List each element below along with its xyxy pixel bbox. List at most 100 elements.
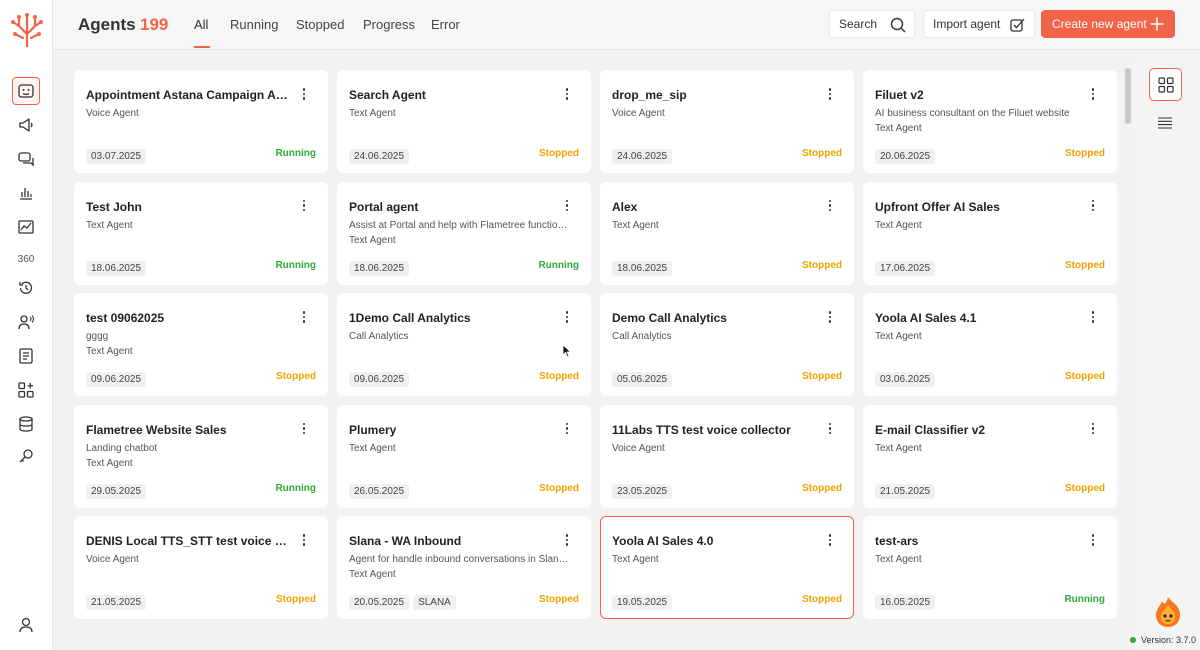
agent-card[interactable]: Demo Call Analytics Call Analytics 05.06.2… <box>600 293 854 396</box>
agent-card[interactable]: Alex Text Agent 18.06.2025 Stopped <box>600 181 854 285</box>
more-options-icon[interactable] <box>825 86 835 102</box>
tab-error[interactable]: Error <box>431 17 460 32</box>
agent-name: E-mail Classifier v2 <box>875 422 986 437</box>
agent-date: 26.05.2025 <box>349 483 410 499</box>
agent-card[interactable]: Filuet v2 AI business consultant on the F… <box>863 70 1117 173</box>
sidebar-item-agents[interactable] <box>12 77 40 105</box>
agent-card[interactable]: 11Labs TTS test voice collector Voice Age… <box>600 404 854 508</box>
agent-description: Text Agent <box>875 554 922 565</box>
more-options-icon[interactable] <box>562 421 572 437</box>
agent-card[interactable]: test 09062025 gggg Text Agent 09.06.2025 Sto… <box>74 293 328 396</box>
sidebar-item-database[interactable] <box>12 410 40 438</box>
search-button-label: Search <box>839 17 878 31</box>
agent-name: Demo Call Analytics <box>612 311 727 325</box>
more-options-icon[interactable] <box>562 532 572 548</box>
more-options-icon[interactable] <box>299 309 309 325</box>
agent-card[interactable]: Portal agent Assist at Portal and help wi… <box>337 181 591 285</box>
apps-add-icon <box>18 382 34 398</box>
sidebar-item-history[interactable] <box>12 274 40 302</box>
agent-date: 09.06.2025 <box>349 372 410 387</box>
sidebar-item-reports[interactable] <box>12 213 40 241</box>
flametree-logo-icon[interactable] <box>10 12 44 48</box>
more-options-icon[interactable] <box>562 86 572 102</box>
agent-date: 16.05.2025 <box>875 595 936 610</box>
status-badge: Stopped <box>276 594 316 605</box>
user-profile-icon[interactable] <box>16 615 36 635</box>
agent-name: 1Demo Call Analytics <box>349 311 471 325</box>
sidebar-item-keys[interactable] <box>12 442 40 470</box>
agent-card-footer: 18.06.2025 Stopped <box>612 258 842 276</box>
agent-card[interactable]: DENIS Local TTS_STT test voice colle... V… <box>74 516 328 619</box>
tab-stopped[interactable]: Stopped <box>296 17 344 32</box>
sidebar-item-analytics[interactable] <box>12 179 40 207</box>
agent-card[interactable]: Upfront Offer AI Sales Text Agent 17.06.20… <box>863 181 1117 285</box>
create-new-agent-button[interactable]: Create new agent <box>1041 10 1175 38</box>
agent-card-footer: 24.06.2025 Stopped <box>612 146 842 164</box>
agent-card[interactable]: Yoola AI Sales 4.0 Text Agent 19.05.2025 St… <box>600 516 854 619</box>
agent-name: Slana - WA Inbound <box>349 534 462 548</box>
agent-card[interactable]: Appointment Astana Campaign Agent... Voic… <box>74 70 328 173</box>
sidebar: 360 <box>0 0 53 650</box>
more-options-icon[interactable] <box>1088 309 1098 325</box>
agent-name: drop_me_sip <box>612 88 687 102</box>
more-options-icon[interactable] <box>299 198 309 214</box>
more-options-icon[interactable] <box>825 532 835 548</box>
more-options-icon[interactable] <box>825 309 835 325</box>
more-options-icon[interactable] <box>825 421 835 437</box>
more-options-icon[interactable] <box>825 198 835 214</box>
content-scrollbar[interactable] <box>1125 68 1131 124</box>
grid-view-icon <box>1157 76 1174 93</box>
agent-card[interactable]: Search Agent Text Agent 24.06.2025 Stopped <box>337 70 591 173</box>
more-options-icon[interactable] <box>1088 532 1098 548</box>
flame-mascot-icon[interactable] <box>1150 595 1186 629</box>
list-view-button[interactable] <box>1155 114 1175 132</box>
megaphone-icon <box>19 118 33 132</box>
more-options-icon[interactable] <box>299 532 309 548</box>
sidebar-item-knowledge[interactable] <box>12 342 40 370</box>
more-options-icon[interactable] <box>562 198 572 214</box>
agent-card-footer: 20.05.2025 SLANA Stopped <box>349 592 579 610</box>
sidebar-item-chats[interactable] <box>12 145 40 173</box>
more-options-icon[interactable] <box>299 86 309 102</box>
agent-card[interactable]: test-ars Text Agent 16.05.2025 Running <box>863 516 1117 619</box>
grid-view-button[interactable] <box>1149 68 1182 101</box>
more-options-icon[interactable] <box>1088 421 1098 437</box>
agent-card[interactable]: Slana - WA Inbound Agent for handle inbou… <box>337 516 591 619</box>
agent-card[interactable]: E-mail Classifier v2 Text Agent 21.05.2025… <box>863 404 1117 508</box>
agents-grid: Appointment Astana Campaign Agent... Voic… <box>74 70 1117 619</box>
import-agent-button[interactable]: Import agent <box>923 10 1035 38</box>
more-options-icon[interactable] <box>1088 86 1098 102</box>
agent-card[interactable]: Flametree Website Sales Landing chatbot Te… <box>74 404 328 508</box>
robot-icon <box>18 84 34 98</box>
tab-running[interactable]: Running <box>230 17 278 32</box>
tab-all[interactable]: All <box>194 17 208 32</box>
agent-date: 18.06.2025 <box>612 260 673 276</box>
agent-card[interactable]: drop_me_sip Voice Agent 24.06.2025 Stopped <box>600 70 854 173</box>
sidebar-item-campaigns[interactable] <box>12 111 40 139</box>
agent-card[interactable]: Yoola AI Sales 4.1 Text Agent 03.06.2025 St… <box>863 293 1117 396</box>
agent-card[interactable]: Test John Text Agent 18.06.2025 Running <box>74 181 328 285</box>
agent-card-footer: 19.05.2025 Stopped <box>612 592 842 610</box>
sidebar-item-contacts[interactable] <box>12 308 40 336</box>
agent-description: Text Agent <box>612 219 659 231</box>
agent-name: 11Labs TTS test voice collector <box>612 422 791 437</box>
agent-name: DENIS Local TTS_STT test voice colle... <box>86 534 291 548</box>
agent-card-footer: 29.05.2025 Running <box>86 481 316 499</box>
status-badge: Running <box>1064 594 1105 605</box>
more-options-icon[interactable] <box>299 421 309 437</box>
more-options-icon[interactable] <box>1088 198 1098 214</box>
more-options-icon[interactable] <box>562 309 572 325</box>
sidebar-item-integrations[interactable] <box>12 376 40 404</box>
sidebar-item-360[interactable]: 360 <box>12 245 40 273</box>
search-button[interactable]: Search <box>829 10 915 38</box>
agent-card[interactable]: Plumery Text Agent 26.05.2025 Stopped <box>337 404 591 508</box>
agent-card-footer: 03.06.2025 Stopped <box>875 369 1105 387</box>
chat-icon <box>18 152 34 167</box>
agent-name: Plumery <box>349 422 397 437</box>
agent-card[interactable]: 1Demo Call Analytics Call Analytics 09.06.… <box>337 293 591 396</box>
agent-date: 24.06.2025 <box>349 149 410 164</box>
status-dot <box>1130 637 1136 643</box>
agent-name: test 09062025 <box>86 311 165 325</box>
tab-progress[interactable]: Progress <box>363 17 415 32</box>
agent-type: Text Agent <box>349 234 396 246</box>
